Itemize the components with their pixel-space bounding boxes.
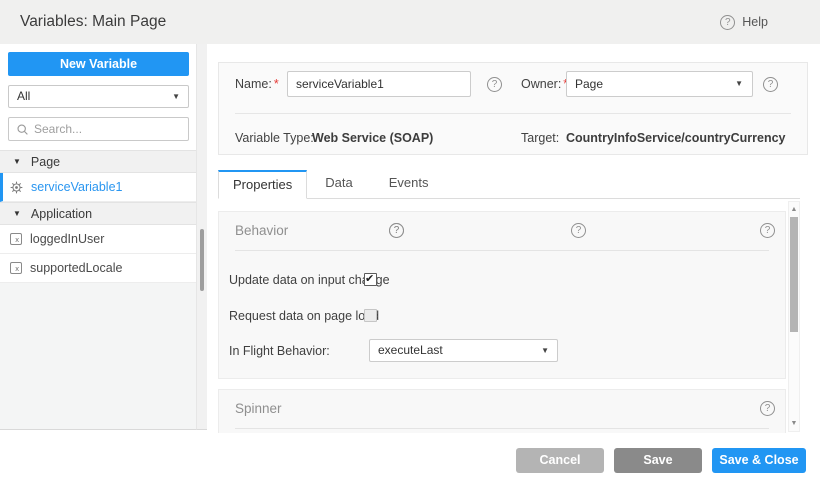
filter-selected-value: All	[17, 89, 30, 103]
variable-type-label: Variable Type:	[235, 125, 314, 151]
variable-type-value: Web Service (SOAP)	[312, 125, 433, 151]
section-divider	[235, 428, 769, 429]
variables-dialog: Variables: Main Page ? Help New Variable…	[0, 0, 820, 487]
variable-item-label: supportedLocale	[30, 261, 122, 275]
sidebar-filler	[0, 283, 196, 429]
save-button[interactable]: Save	[614, 448, 702, 473]
static-variable-icon: x	[10, 262, 22, 274]
list-item-supportedlocale[interactable]: x supportedLocale	[0, 254, 196, 283]
dialog-footer: Cancel Save Save & Close	[0, 433, 820, 487]
chevron-down-icon: ▼	[541, 340, 549, 361]
update-on-input-change-checkbox[interactable]: ✔	[364, 273, 377, 286]
tab-data[interactable]: Data	[307, 170, 370, 198]
in-flight-behavior-help-icon[interactable]: ?	[571, 223, 586, 238]
dialog-header: Variables: Main Page ? Help	[0, 0, 820, 44]
owner-selected-value: Page	[575, 77, 603, 91]
variable-filter-select[interactable]: All ▼	[8, 85, 189, 108]
list-item-servicevariable1[interactable]: serviceVariable1	[0, 173, 196, 202]
variable-detail-panel: Name:* ? Owner:* Page ▼ ? Variable Type:…	[207, 44, 820, 433]
section-divider	[235, 250, 769, 251]
chevron-down-icon: ▼	[172, 86, 180, 107]
behavior-help-icon[interactable]: ?	[760, 223, 775, 238]
sidebar-scrollbar[interactable]	[197, 44, 207, 430]
content-scrollbar[interactable]: ▲ ▼	[788, 201, 800, 432]
list-item-loggedinuser[interactable]: x loggedInUser	[0, 225, 196, 254]
cancel-button[interactable]: Cancel	[516, 448, 604, 473]
in-flight-behavior-select[interactable]: executeLast ▼	[369, 339, 558, 362]
properties-tab-content: Behavior ? Update data on input change ✔…	[207, 199, 820, 433]
web-service-icon	[10, 181, 23, 194]
group-header-application[interactable]: ▼ Application	[0, 202, 196, 225]
tab-events[interactable]: Events	[371, 170, 447, 198]
spinner-section-title: Spinner	[235, 401, 282, 416]
name-field[interactable]	[287, 71, 471, 97]
help-icon: ?	[720, 15, 735, 30]
variables-sidebar: New Variable All ▼ ▼ Page	[0, 44, 197, 430]
behavior-section-title: Behavior	[235, 223, 288, 238]
tab-properties[interactable]: Properties	[218, 170, 307, 199]
variable-item-label: serviceVariable1	[31, 180, 122, 194]
help-button[interactable]: ? Help	[720, 0, 768, 44]
in-flight-behavior-label: In Flight Behavior:	[229, 343, 330, 359]
scroll-up-icon[interactable]: ▲	[789, 206, 799, 213]
meta-divider	[235, 113, 791, 114]
spinner-help-icon[interactable]: ?	[760, 401, 775, 416]
caret-down-icon: ▼	[13, 158, 21, 166]
owner-select[interactable]: Page ▼	[566, 71, 753, 97]
request-on-page-load-checkbox[interactable]: ✔	[364, 309, 377, 322]
page-title: Variables: Main Page	[20, 0, 166, 44]
request-on-page-load-help-icon[interactable]: ?	[389, 223, 404, 238]
search-icon	[16, 123, 29, 136]
variable-meta-card: Name:* ? Owner:* Page ▼ ? Variable Type:…	[218, 62, 808, 155]
spinner-section: Spinner ?	[218, 389, 786, 433]
request-on-page-load-label: Request data on page load	[229, 308, 379, 324]
owner-help-icon[interactable]: ?	[763, 77, 778, 92]
group-label: Application	[31, 207, 92, 221]
new-variable-button[interactable]: New Variable	[8, 52, 189, 76]
in-flight-selected-value: executeLast	[378, 343, 443, 357]
sidebar-scrollbar-thumb[interactable]	[200, 229, 204, 291]
scroll-down-icon[interactable]: ▼	[789, 420, 799, 427]
target-label: Target:	[521, 125, 559, 151]
variable-search[interactable]	[8, 117, 189, 141]
target-value: CountryInfoService/countryCurrency	[566, 125, 786, 151]
name-label: Name:*	[235, 71, 279, 97]
static-variable-icon: x	[10, 233, 22, 245]
variable-list: ▼ Page serviceVariable1 ▼	[0, 150, 196, 283]
help-label: Help	[742, 15, 768, 29]
chevron-down-icon: ▼	[735, 72, 743, 96]
search-input[interactable]	[34, 122, 181, 136]
detail-tabs: Properties Data Events	[218, 170, 800, 199]
save-and-close-button[interactable]: Save & Close	[712, 448, 806, 473]
behavior-section: Behavior ? Update data on input change ✔…	[218, 211, 786, 379]
variable-item-label: loggedInUser	[30, 232, 104, 246]
content-scrollbar-thumb[interactable]	[790, 217, 798, 332]
group-label: Page	[31, 155, 60, 169]
name-help-icon[interactable]: ?	[487, 77, 502, 92]
check-icon: ✔	[365, 274, 374, 285]
caret-down-icon: ▼	[13, 210, 21, 218]
group-header-page[interactable]: ▼ Page	[0, 150, 196, 173]
required-asterisk: *	[274, 77, 279, 91]
owner-label: Owner:*	[521, 71, 568, 97]
